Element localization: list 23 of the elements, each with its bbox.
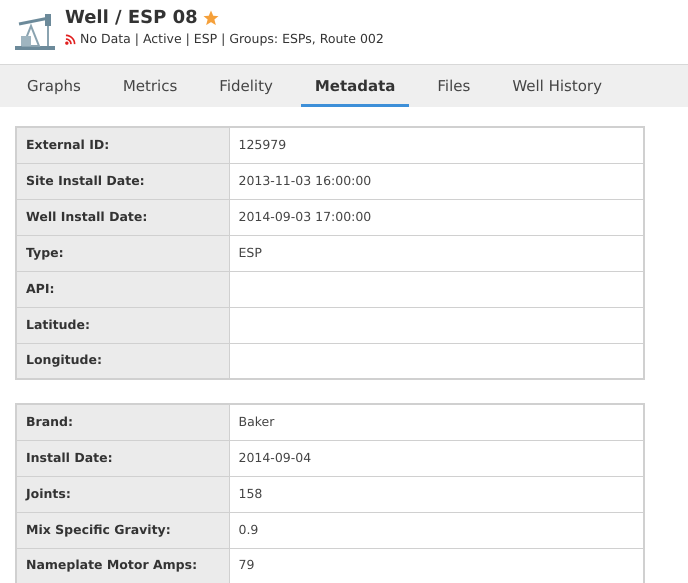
field-label: Mix Specific Gravity: <box>16 512 229 548</box>
tab[interactable]: Metadata <box>300 65 410 107</box>
field-label: API: <box>16 271 229 307</box>
field-label: Joints: <box>16 476 229 512</box>
field-label: Brand: <box>16 404 229 440</box>
tab[interactable]: Metrics <box>108 65 192 107</box>
page-title: Well / ESP 08 <box>65 6 198 30</box>
field-label: Nameplate Motor Amps: <box>16 548 229 583</box>
pumpjack-icon <box>13 12 57 52</box>
field-label: Longitude: <box>16 343 229 379</box>
field-label: Site Install Date: <box>16 163 229 199</box>
field-label: Install Date: <box>16 440 229 476</box>
field-label: External ID: <box>16 127 229 163</box>
tab[interactable]: Well History <box>498 65 616 107</box>
field-label: Type: <box>16 235 229 271</box>
tab[interactable]: Graphs <box>13 65 95 107</box>
field-label: Well Install Date: <box>16 199 229 235</box>
rss-icon <box>65 34 76 45</box>
status-line: No Data | Active | ESP | Groups: ESPs, Route 002 <box>80 30 384 48</box>
tab[interactable]: Fidelity <box>205 65 287 107</box>
star-icon[interactable] <box>202 9 220 27</box>
field-label: Latitude: <box>16 307 229 343</box>
tab[interactable]: Files <box>423 65 484 107</box>
